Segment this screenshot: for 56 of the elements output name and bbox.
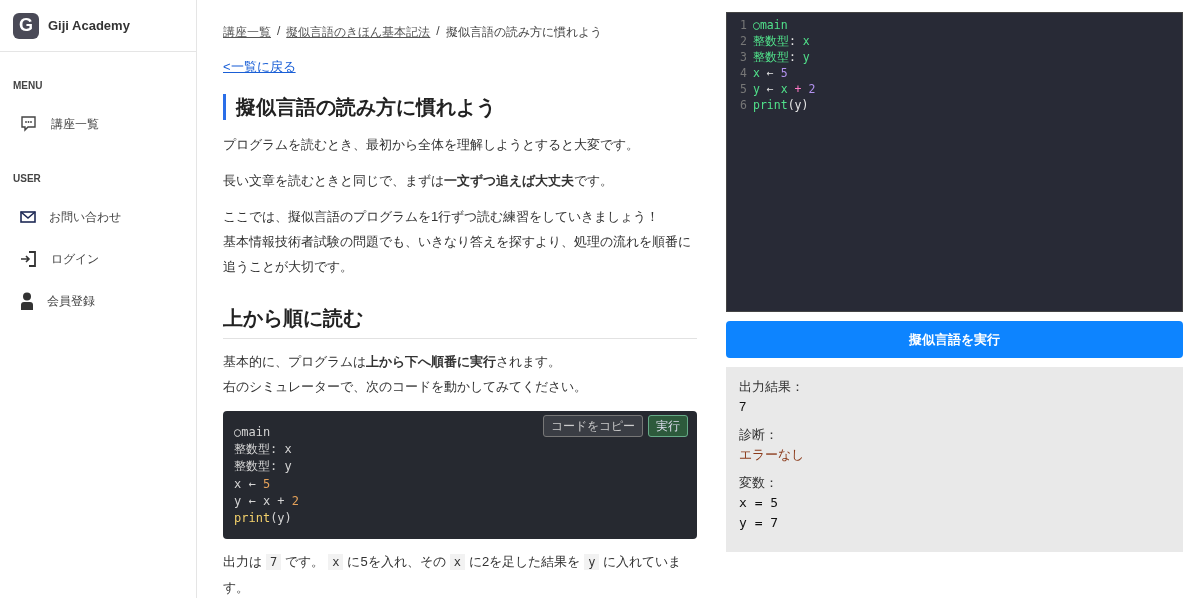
line-number: 4 (739, 65, 747, 81)
paragraph-line: 基本的に、プログラムは上から下へ順番に実行されます。 (223, 353, 561, 371)
brand-name: Giji Academy (48, 18, 130, 33)
breadcrumb-current: 擬似言語の読み方に慣れよう (445, 24, 602, 41)
code-editor[interactable]: 1 ○main 2 整数型: x 3 整数型: y 4 x ← 5 5 y ← x + 2 6 print(y) (726, 12, 1183, 312)
code-line: x ← 5 (234, 475, 271, 493)
section-heading: 上から順に読む (223, 305, 697, 339)
breadcrumb-link[interactable]: 擬似言語のきほん基本記法 (286, 24, 431, 41)
logo-icon: G (13, 12, 39, 39)
code-line: ○main (234, 424, 271, 441)
code-line: x ← 5 (753, 65, 788, 81)
paragraph-line: 右のシミュレーターで、次のコードを動かしてみてください。 (223, 378, 587, 396)
paragraph-line: プログラムを読むとき、最初から全体を理解しようとすると大変です。 (223, 136, 639, 154)
breadcrumb-separator: / (277, 24, 281, 40)
result-value: エラーなし (739, 446, 805, 464)
result-label: 診断： (739, 427, 779, 444)
run-button[interactable]: 実行 (648, 415, 688, 437)
result-value: y = 7 (739, 514, 780, 532)
breadcrumb-link[interactable]: 講座一覧 (223, 24, 271, 41)
result-label: 出力結果： (739, 379, 805, 396)
code-line: 整数型: y (234, 458, 292, 476)
paragraph-line: 長い文章を読むときと同じで、まずは一文ずつ追えば大丈夫です。 (223, 172, 613, 190)
result-value: x = 5 (739, 494, 780, 512)
result-value: 7 (739, 398, 748, 416)
line-number: 3 (739, 49, 747, 65)
line-number: 2 (739, 33, 747, 49)
paragraph: 出力は 7 です。 x に5を入れ、その x に2を足した結果を y に入れています。 (223, 553, 683, 598)
code-line: print(y) (234, 510, 292, 527)
code-line: 整数型: x (753, 33, 810, 49)
result-label: 変数： (739, 475, 779, 492)
section-heading: USER (12, 172, 42, 184)
code-line: y ← x + 2 (753, 81, 816, 97)
back-link[interactable]: <一覧に戻る (223, 58, 296, 76)
code-line: 整数型: y (753, 49, 810, 65)
code-line: ○main (753, 17, 788, 33)
code-line: 整数型: x (234, 441, 292, 459)
paragraph-line: 基本情報技術者試験の問題でも、いきなり答えを探すより、処理の流れを順番に追うことが大切です。 (223, 233, 692, 276)
nav-item[interactable]: ログイン (51, 250, 99, 268)
line-number: 1 (739, 17, 747, 33)
paragraph-line: ここでは、擬似言語のプログラムを1行ずつ読む練習をしていきましょう！ (223, 208, 660, 226)
code-line: print(y) (753, 97, 809, 113)
section-heading: MENU (12, 79, 44, 91)
line-number: 5 (739, 81, 747, 97)
nav-item[interactable]: お問い合わせ (49, 208, 121, 226)
nav-item[interactable]: 会員登録 (47, 292, 95, 310)
person-icon (20, 292, 34, 310)
run-button[interactable]: 擬似言語を実行 (726, 321, 1183, 358)
page-title: 擬似言語の読み方に慣れよう (223, 94, 697, 120)
login-icon (20, 250, 38, 268)
breadcrumb-separator: / (436, 24, 440, 40)
mail-icon (20, 211, 36, 223)
code-line: y ← x + 2 (234, 492, 300, 510)
copy-code-button[interactable]: コードをコピー (543, 415, 643, 437)
line-number: 6 (739, 97, 747, 113)
chat-icon (20, 115, 38, 133)
nav-item[interactable]: 講座一覧 (51, 115, 99, 133)
